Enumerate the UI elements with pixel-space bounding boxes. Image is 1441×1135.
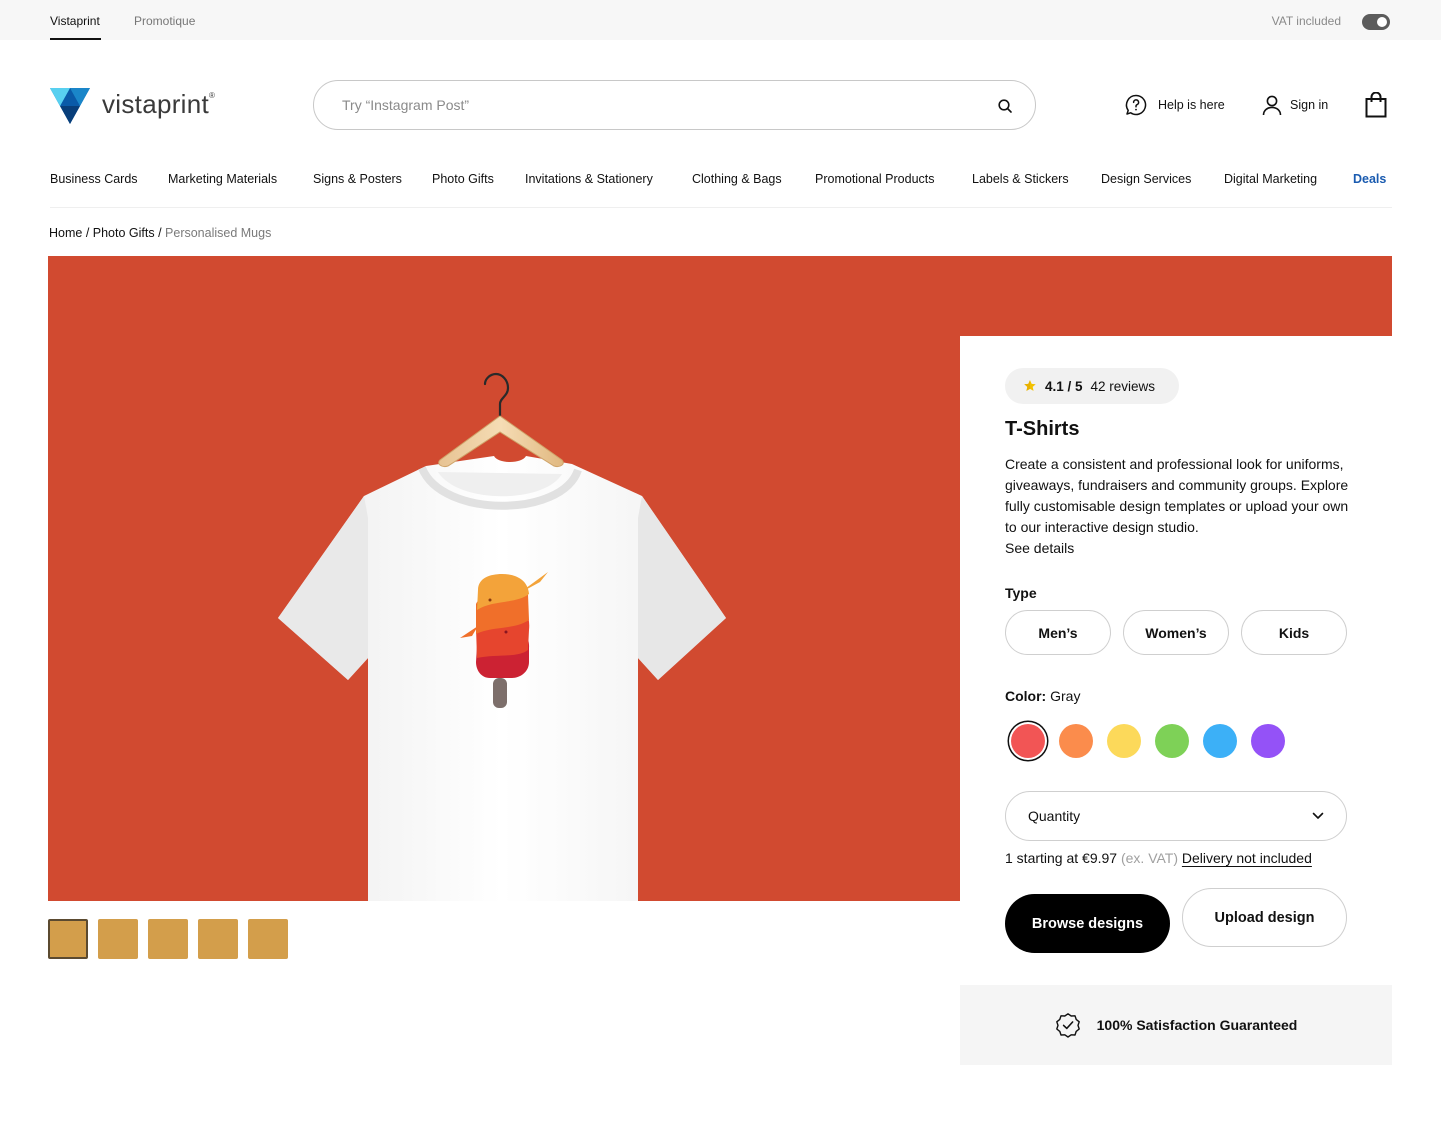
nav-item-signs-posters[interactable]: Signs & Posters — [313, 172, 402, 186]
product-description-text: Create a consistent and professional loo… — [1005, 456, 1349, 535]
nav-item-business-cards[interactable]: Business Cards — [50, 172, 138, 186]
color-swatch-blue[interactable] — [1203, 724, 1237, 758]
nav-item-clothing-bags[interactable]: Clothing & Bags — [692, 172, 782, 186]
search-input[interactable] — [342, 81, 982, 129]
upload-design-button[interactable]: Upload design — [1182, 888, 1347, 947]
product-hero-image — [48, 256, 960, 901]
color-swatch-orange[interactable] — [1059, 724, 1093, 758]
product-title: T-Shirts — [1005, 418, 1080, 440]
vat-toggle[interactable] — [1362, 14, 1390, 30]
logo-registered-mark: ® — [209, 91, 216, 100]
nav-item-promotional-products[interactable]: Promotional Products — [815, 172, 935, 186]
browse-designs-button[interactable]: Browse designs — [1005, 894, 1170, 953]
gallery-thumbnail[interactable] — [248, 919, 288, 959]
color-label-text: Color: — [1005, 688, 1047, 704]
brand-tab-promotique[interactable]: Promotique — [134, 14, 195, 28]
color-value: Gray — [1050, 688, 1081, 704]
utility-bar: Vistaprint Promotique VAT included — [0, 0, 1441, 40]
price-ex-vat: (ex. VAT) — [1120, 850, 1179, 866]
price-line: 1 starting at €9.97 (ex. VAT) Delivery n… — [1005, 850, 1312, 866]
nav-item-photo-gifts[interactable]: Photo Gifts — [432, 172, 494, 186]
color-swatch-green[interactable] — [1155, 724, 1189, 758]
vat-label: VAT included — [1271, 14, 1341, 28]
nav-item-invitations-stationery[interactable]: Invitations & Stationery — [525, 172, 653, 186]
breadcrumb-photo-gifts[interactable]: Photo Gifts — [93, 226, 155, 240]
delivery-link[interactable]: Delivery not included — [1182, 850, 1312, 866]
nav-item-labels-stickers[interactable]: Labels & Stickers — [972, 172, 1069, 186]
nav-item-marketing-materials[interactable]: Marketing Materials — [168, 172, 277, 186]
nav-divider — [50, 207, 1392, 208]
gallery-thumbnail[interactable] — [48, 919, 88, 959]
tshirt-illustration — [278, 372, 726, 901]
quantity-select[interactable]: Quantity — [1005, 791, 1347, 841]
nav-item-design-services[interactable]: Design Services — [1101, 172, 1191, 186]
breadcrumb-separator: / — [154, 226, 166, 240]
breadcrumb: Home / Photo Gifts / Personalised Mugs — [49, 226, 271, 240]
help-icon — [1125, 94, 1147, 116]
search-icon[interactable] — [997, 98, 1013, 114]
brand-tab-vistaprint[interactable]: Vistaprint — [50, 14, 101, 40]
gallery-thumbnails — [48, 919, 288, 959]
star-icon — [1024, 380, 1036, 391]
breadcrumb-separator: / — [82, 226, 93, 240]
nav-item-deals[interactable]: Deals — [1353, 172, 1386, 186]
gallery-thumbnail[interactable] — [98, 919, 138, 959]
rating-reviews: 42 reviews — [1090, 378, 1156, 394]
gallery-thumbnail[interactable] — [198, 919, 238, 959]
nav-item-digital-marketing[interactable]: Digital Marketing — [1224, 172, 1317, 186]
vistaprint-logo-icon — [50, 88, 90, 124]
price-text: 1 starting at €9.97 — [1005, 850, 1118, 866]
sign-in-label: Sign in — [1290, 98, 1329, 112]
logo[interactable] — [50, 88, 90, 124]
product-description: Create a consistent and professional loo… — [1005, 454, 1355, 559]
guarantee-text: 100% Satisfaction Guaranteed — [1096, 1017, 1298, 1033]
type-option-kids[interactable]: Kids — [1241, 610, 1347, 655]
color-swatch-yellow[interactable] — [1107, 724, 1141, 758]
help-label: Help is here — [1158, 98, 1225, 112]
see-details-link[interactable]: See details — [1005, 538, 1355, 559]
color-swatch-purple[interactable] — [1251, 724, 1285, 758]
type-label: Type — [1005, 585, 1037, 601]
main-nav: Business Cards Marketing Materials Signs… — [0, 168, 1441, 190]
help-link[interactable]: Help is here — [1124, 93, 1225, 117]
search-bar — [313, 80, 1036, 130]
toggle-knob — [1377, 17, 1387, 27]
type-option-womens[interactable]: Women’s — [1123, 610, 1229, 655]
rating-badge[interactable]: 4.1 / 5 42 reviews — [1005, 368, 1180, 404]
sign-in-link[interactable]: Sign in — [1262, 93, 1328, 117]
logo-wordmark[interactable]: vistaprint® — [102, 89, 215, 120]
rating-score: 4.1 / 5 — [1045, 378, 1083, 394]
logo-wordmark-text: vistaprint — [102, 89, 210, 119]
gallery-thumbnail[interactable] — [148, 919, 188, 959]
color-swatch-red[interactable] — [1011, 724, 1045, 758]
satisfaction-guarantee: 100% Satisfaction Guaranteed — [960, 985, 1392, 1065]
breadcrumb-current: Personalised Mugs — [165, 226, 272, 240]
type-option-mens[interactable]: Men’s — [1005, 610, 1111, 655]
product-details-panel: 4.1 / 5 42 reviews T-Shirts Create a con… — [960, 336, 1392, 976]
hero-background-strip — [960, 256, 1392, 336]
breadcrumb-home[interactable]: Home — [49, 226, 82, 240]
quantity-label: Quantity — [1028, 808, 1081, 824]
user-icon — [1262, 95, 1282, 116]
cart-icon[interactable] — [1365, 92, 1387, 118]
color-label: Color: Gray — [1005, 688, 1080, 704]
chevron-down-icon — [1312, 812, 1324, 819]
check-badge-icon — [1055, 1013, 1080, 1038]
